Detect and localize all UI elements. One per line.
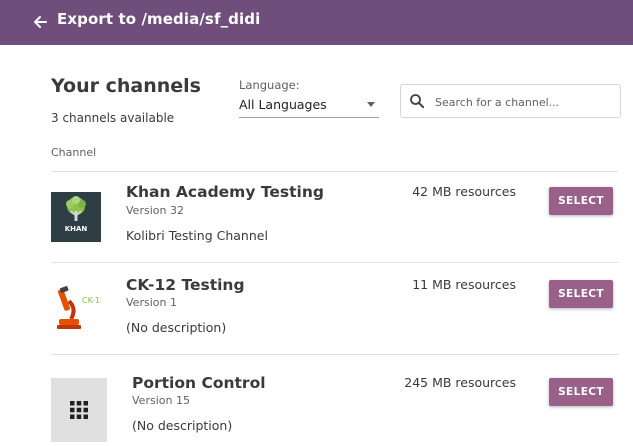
back-button[interactable]	[30, 12, 50, 32]
language-select[interactable]: All Languages	[239, 95, 379, 118]
arrow-left-icon	[34, 16, 47, 28]
search-input[interactable]	[433, 91, 615, 113]
channel-thumbnail: CK-12	[51, 283, 101, 333]
channel-count: 3 channels available	[51, 111, 175, 125]
search-box[interactable]	[400, 84, 621, 118]
channel-size: 11 MB resources	[412, 277, 516, 292]
ck12-microscope-logo: CK-12	[57, 286, 101, 329]
select-button[interactable]: SELECT	[549, 280, 613, 308]
channel-description: (No description)	[132, 418, 233, 433]
language-select-value: All Languages	[239, 97, 327, 112]
select-button[interactable]: SELECT	[549, 187, 613, 215]
channel-row: Portion Control Version 15 (No descripti…	[0, 355, 633, 446]
channel-row: KHAN Khan Academy Testing Version 32 Kol…	[0, 171, 633, 263]
search-icon	[410, 94, 425, 109]
select-button[interactable]: SELECT	[549, 378, 613, 406]
khan-academy-tree-logo: KHAN	[65, 196, 88, 233]
channel-description: (No description)	[126, 320, 227, 335]
channel-title: CK-12 Testing	[126, 276, 245, 294]
language-label: Language:	[239, 78, 300, 92]
channel-thumbnail	[51, 378, 107, 442]
channel-row: CK-12 CK-12 Testing Version 1 (No descri…	[0, 263, 633, 354]
channel-size: 245 MB resources	[404, 375, 516, 390]
channel-version: Version 32	[126, 204, 184, 217]
channel-version: Version 15	[132, 394, 190, 407]
channel-size: 42 MB resources	[412, 184, 516, 199]
app-bar-title: Export to /media/sf_didi	[57, 10, 261, 28]
ck12-logo-text: CK-12	[82, 296, 101, 305]
channel-title: Portion Control	[132, 374, 266, 392]
channel-description: Kolibri Testing Channel	[126, 228, 268, 243]
page-title: Your channels	[51, 75, 201, 97]
column-header-channel: Channel	[51, 146, 97, 159]
app-bar: Export to /media/sf_didi	[0, 0, 633, 45]
channel-title: Khan Academy Testing	[126, 183, 324, 201]
khan-logo-text: KHAN	[65, 225, 88, 233]
apps-grid-icon	[70, 401, 88, 419]
channel-version: Version 1	[126, 296, 177, 309]
channel-thumbnail: KHAN	[51, 192, 101, 242]
caret-down-icon	[367, 102, 375, 107]
